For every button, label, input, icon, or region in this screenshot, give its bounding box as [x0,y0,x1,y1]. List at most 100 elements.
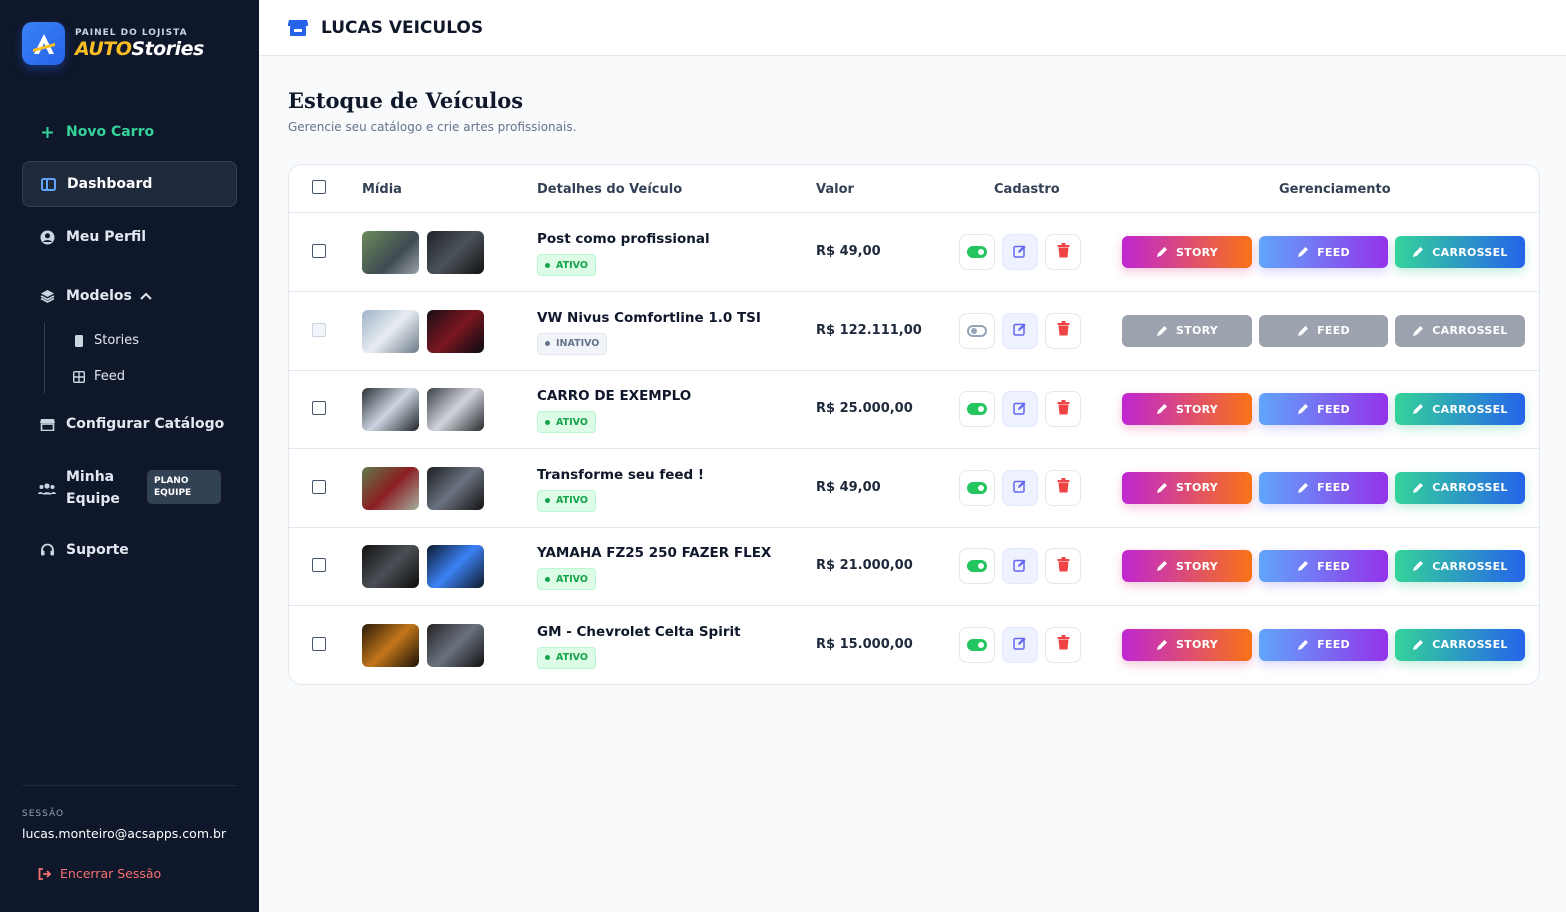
pencil-icon [1412,639,1424,651]
carousel-button[interactable]: CARROSSEL [1395,236,1525,268]
table-row: YAMAHA FZ25 250 FAZER FLEX ATIVO R$ 21.0… [289,527,1539,606]
row-checkbox[interactable] [312,244,326,258]
delete-button[interactable] [1045,548,1081,584]
vehicle-price: R$ 15.000,00 [816,636,913,652]
status-label: ATIVO [556,652,588,663]
vehicle-photo[interactable] [362,388,419,431]
feed-label: FEED [1317,481,1350,494]
active-toggle[interactable] [959,626,995,663]
sidebar-item-catalog[interactable]: Configurar Catálogo [22,412,237,436]
story-button[interactable]: STORY [1122,236,1252,268]
vehicle-photo[interactable] [427,309,484,353]
edit-button[interactable] [1002,626,1038,663]
sidebar-item-support[interactable]: Suporte [22,538,237,562]
row-checkbox[interactable] [312,636,326,651]
delete-button[interactable] [1045,391,1081,427]
story-button[interactable]: STORY [1122,550,1252,582]
new-car-button[interactable]: Novo Carro [22,120,237,144]
feed-button[interactable]: FEED [1259,236,1388,268]
story-button[interactable]: STORY [1122,471,1252,504]
vehicle-photo[interactable] [362,545,419,588]
vehicle-price: R$ 25.000,00 [816,401,913,416]
pencil-icon [1412,482,1424,494]
vehicle-photo[interactable] [362,623,419,667]
feed-button[interactable]: FEED [1259,393,1388,425]
column-details: Detalhes do Veículo [537,182,683,197]
vehicle-photo[interactable] [362,466,419,510]
toggle-icon [967,246,987,258]
status-label: ATIVO [556,259,588,271]
select-all-checkbox[interactable] [312,180,326,194]
vehicle-photo[interactable] [427,388,484,431]
vehicle-photo[interactable] [362,309,419,353]
logout-button[interactable]: Encerrar Sessão [38,866,161,881]
vehicle-photo[interactable] [362,231,419,274]
row-checkbox[interactable] [312,401,326,415]
feed-button[interactable]: FEED [1259,314,1388,347]
sidebar-item-dashboard[interactable]: Dashboard [22,161,237,207]
feed-label: FEED [1317,638,1350,651]
vehicle-price: R$ 49,00 [816,244,881,259]
status-label: ATIVO [556,573,588,585]
edit-button[interactable] [1002,234,1038,270]
delete-button[interactable] [1045,469,1081,506]
vehicle-name: Transforme seu feed ! [537,466,705,483]
carousel-label: CARROSSEL [1432,638,1508,651]
row-checkbox[interactable] [312,322,326,337]
active-toggle[interactable] [959,234,995,270]
row-checkbox[interactable] [312,479,326,494]
story-button[interactable]: STORY [1122,314,1252,347]
carousel-button[interactable]: CARROSSEL [1395,471,1525,504]
feed-button[interactable]: FEED [1259,628,1388,661]
edit-button[interactable] [1002,312,1038,349]
vehicle-photo[interactable] [427,545,484,588]
sidebar-subitem-stories[interactable]: Stories [72,333,139,348]
layers-icon [38,289,56,303]
active-toggle[interactable] [959,548,995,584]
active-toggle[interactable] [959,391,995,427]
status-dot-icon [545,341,550,346]
status-dot-icon [545,655,550,660]
vehicle-photo[interactable] [427,231,484,274]
carousel-button[interactable]: CARROSSEL [1395,550,1525,582]
feed-button[interactable]: FEED [1259,550,1388,582]
delete-button[interactable] [1045,312,1081,349]
column-value: Valor [816,182,854,197]
pencil-icon [1297,246,1309,258]
delete-button[interactable] [1045,626,1081,663]
edit-button[interactable] [1002,391,1038,427]
brand[interactable]: PAINEL DO LOJISTA AUTOStories [22,22,204,65]
story-button[interactable]: STORY [1122,393,1252,425]
toggle-icon [967,403,987,415]
logout-icon [38,867,52,880]
carousel-button[interactable]: CARROSSEL [1395,393,1525,425]
story-button[interactable]: STORY [1122,628,1252,661]
sidebar-item-profile[interactable]: Meu Perfil [22,225,237,249]
pencil-icon [1297,403,1309,415]
active-toggle[interactable] [959,469,995,506]
status-dot-icon [545,262,550,268]
edit-button[interactable] [1002,469,1038,506]
edit-button[interactable] [1002,548,1038,584]
active-toggle[interactable] [959,312,995,349]
trash-icon [1057,478,1070,497]
toggle-icon [967,481,987,494]
delete-button[interactable] [1045,234,1081,270]
feed-button[interactable]: FEED [1259,471,1388,504]
status-dot-icon [545,419,550,425]
table-row: GM - Chevrolet Celta Spirit ATIVO R$ 15.… [289,606,1539,685]
edit-icon [1013,400,1027,419]
vehicle-name: CARRO DE EXEMPLO [537,388,692,404]
plus-icon [38,126,56,139]
sidebar-subitem-feed[interactable]: Feed [72,369,125,384]
story-label: STORY [1175,559,1219,573]
vehicle-photo[interactable] [427,466,484,510]
sidebar-item-models[interactable]: Modelos [22,284,237,308]
row-checkbox[interactable] [312,558,326,572]
carousel-button[interactable]: CARROSSEL [1395,628,1525,661]
vehicle-photo[interactable] [427,623,484,667]
carousel-button[interactable]: CARROSSEL [1395,314,1525,347]
edit-icon [1013,557,1027,576]
sidebar-divider [22,785,237,786]
trash-icon [1057,242,1070,262]
